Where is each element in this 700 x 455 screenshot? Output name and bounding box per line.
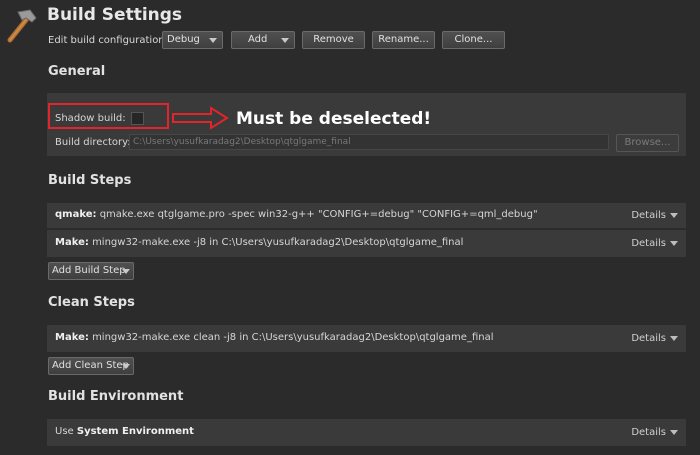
- config-label: Edit build configuration:: [48, 35, 169, 46]
- details-button[interactable]: Details: [631, 427, 678, 438]
- chevron-down-icon: [209, 38, 217, 43]
- chevron-down-icon: [670, 335, 678, 341]
- build-environment-text: Use System Environment: [55, 426, 194, 437]
- build-environment-row: Use System Environment Details: [47, 419, 686, 446]
- details-label: Details: [631, 210, 666, 221]
- clean-step-command: mingw32-make.exe clean -j8 in C:\Users\y…: [92, 332, 494, 343]
- annotation-callout: Must be deselected!: [236, 109, 432, 129]
- build-step-text: qmake: qmake.exe qtglgame.pro -spec win3…: [55, 209, 538, 220]
- details-label: Details: [631, 427, 666, 438]
- browse-button[interactable]: Browse...: [616, 134, 679, 152]
- build-steps-heading: Build Steps: [48, 173, 132, 188]
- build-environment-value: System Environment: [76, 426, 194, 437]
- clean-step-text: Make: mingw32-make.exe clean -j8 in C:\U…: [55, 332, 494, 343]
- build-step-name: qmake:: [55, 209, 97, 220]
- page-title: Build Settings: [47, 5, 183, 25]
- add-build-step-button[interactable]: Add Build Step: [48, 262, 134, 280]
- clean-steps-heading: Clean Steps: [48, 295, 135, 310]
- add-build-step-label: Add Build Step: [52, 265, 126, 276]
- add-clean-step-label: Add Clean Step: [52, 360, 129, 371]
- build-step-text: Make: mingw32-make.exe -j8 in C:\Users\y…: [55, 237, 463, 248]
- details-button[interactable]: Details: [631, 238, 678, 249]
- build-step-command: qmake.exe qtglgame.pro -spec win32-g++ "…: [99, 209, 538, 220]
- build-step-command: mingw32-make.exe -j8 in C:\Users\yusufka…: [92, 237, 464, 248]
- chevron-down-icon: [670, 240, 678, 246]
- chevron-down-icon: [670, 212, 678, 218]
- chevron-down-icon: [670, 429, 678, 435]
- build-environment-prefix: Use: [55, 426, 74, 437]
- chevron-down-icon: [281, 38, 289, 43]
- clone-button[interactable]: Clone...: [442, 31, 505, 49]
- details-label: Details: [631, 333, 666, 344]
- right-arrow-icon: [172, 106, 229, 130]
- add-clean-step-button[interactable]: Add Clean Step: [48, 357, 134, 375]
- build-step-row: Make: mingw32-make.exe -j8 in C:\Users\y…: [47, 230, 686, 257]
- build-directory-input[interactable]: C:\Users\yusufkaradag2\Desktop\qtglgame_…: [129, 134, 609, 150]
- chevron-down-icon: [122, 364, 130, 369]
- config-select[interactable]: Debug: [162, 31, 223, 49]
- build-directory-label: Build directory:: [55, 137, 131, 148]
- general-heading: General: [48, 64, 106, 79]
- clean-step-name: Make:: [55, 332, 89, 343]
- remove-button[interactable]: Remove: [302, 31, 365, 49]
- details-label: Details: [631, 238, 666, 249]
- clean-step-row: Make: mingw32-make.exe clean -j8 in C:\U…: [47, 325, 686, 352]
- hammer-icon: [7, 9, 37, 43]
- chevron-down-icon: [122, 269, 130, 274]
- details-button[interactable]: Details: [631, 210, 678, 221]
- highlight-box: [48, 103, 169, 129]
- build-step-row: qmake: qmake.exe qtglgame.pro -spec win3…: [47, 203, 686, 228]
- build-environment-heading: Build Environment: [48, 389, 184, 404]
- rename-button[interactable]: Rename...: [372, 31, 435, 49]
- build-step-name: Make:: [55, 237, 89, 248]
- details-button[interactable]: Details: [631, 333, 678, 344]
- config-select-value: Debug: [167, 34, 200, 45]
- add-config-button[interactable]: Add: [231, 31, 295, 49]
- add-config-label: Add: [248, 34, 268, 45]
